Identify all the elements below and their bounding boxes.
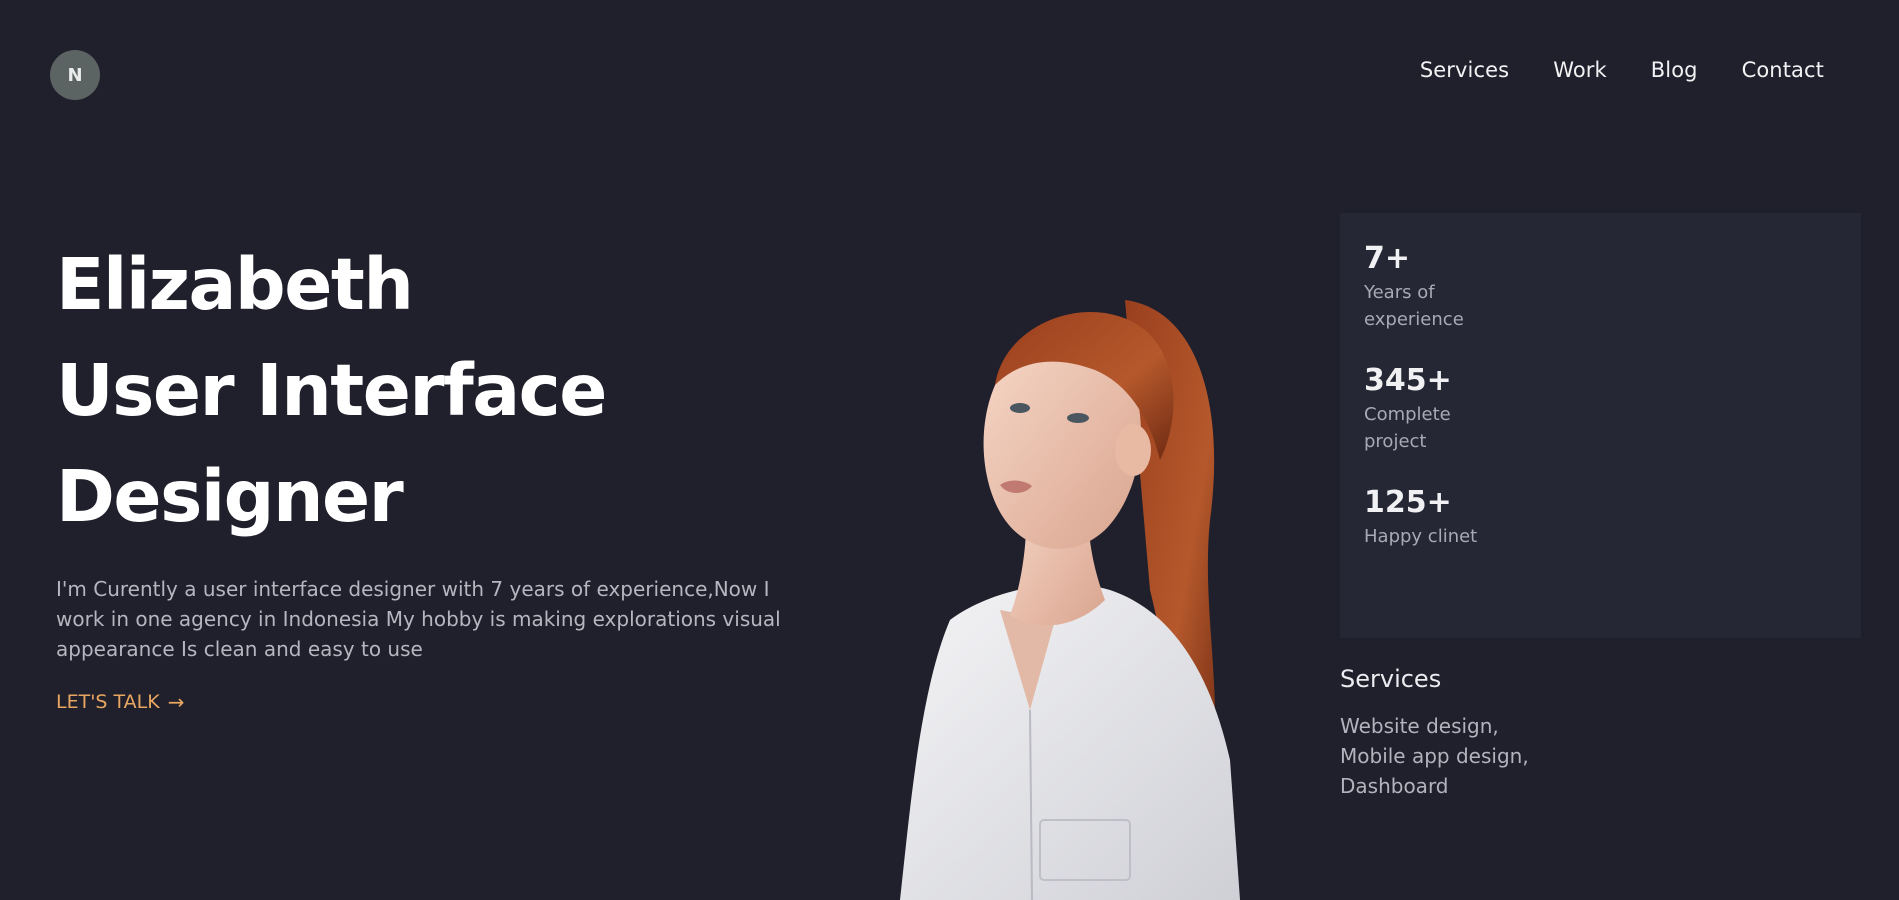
lets-talk-label: LET'S TALK [56,691,160,713]
service-item: Dashboard [1340,774,1449,798]
services-list: Website design, Mobile app design, Dashb… [1340,711,1529,801]
hero-title: Elizabeth User Interface Designer [56,232,607,550]
lets-talk-link[interactable]: LET'S TALK → [56,690,184,714]
stat-label: Happy clinet [1364,526,1478,547]
hero-title-line-3: Designer [56,455,404,538]
stat-label: Complete project [1364,404,1451,452]
stats-panel: 7+ Years of experience 345+ Complete pro… [1340,213,1861,638]
nav-contact[interactable]: Contact [1742,58,1824,82]
nav-blog[interactable]: Blog [1651,58,1698,82]
nav-services[interactable]: Services [1420,58,1509,82]
stat-clients: 125+ Happy clinet [1364,483,1837,550]
arrow-right-icon: → [167,690,185,714]
service-item: Website design, [1340,714,1499,738]
logo-initial: N [67,64,83,86]
stat-projects: 345+ Complete project [1364,361,1837,455]
main-nav: Services Work Blog Contact [1420,58,1824,82]
service-item: Mobile app design, [1340,744,1529,768]
stat-value: 7+ [1364,241,1411,276]
logo[interactable]: N [50,50,100,100]
stat-experience: 7+ Years of experience [1364,239,1837,333]
hero-title-line-1: Elizabeth [56,243,414,326]
stat-label: Years of experience [1364,282,1464,330]
portrait-photo [900,300,1240,900]
hero-title-line-2: User Interface [56,349,607,432]
hero-description: I'm Curently a user interface designer w… [56,577,781,661]
stat-value: 125+ [1364,485,1452,520]
nav-work[interactable]: Work [1553,58,1607,82]
services-title: Services [1340,665,1442,693]
services-section: Services Website design, Mobile app desi… [1340,665,1529,801]
stat-value: 345+ [1364,363,1452,398]
